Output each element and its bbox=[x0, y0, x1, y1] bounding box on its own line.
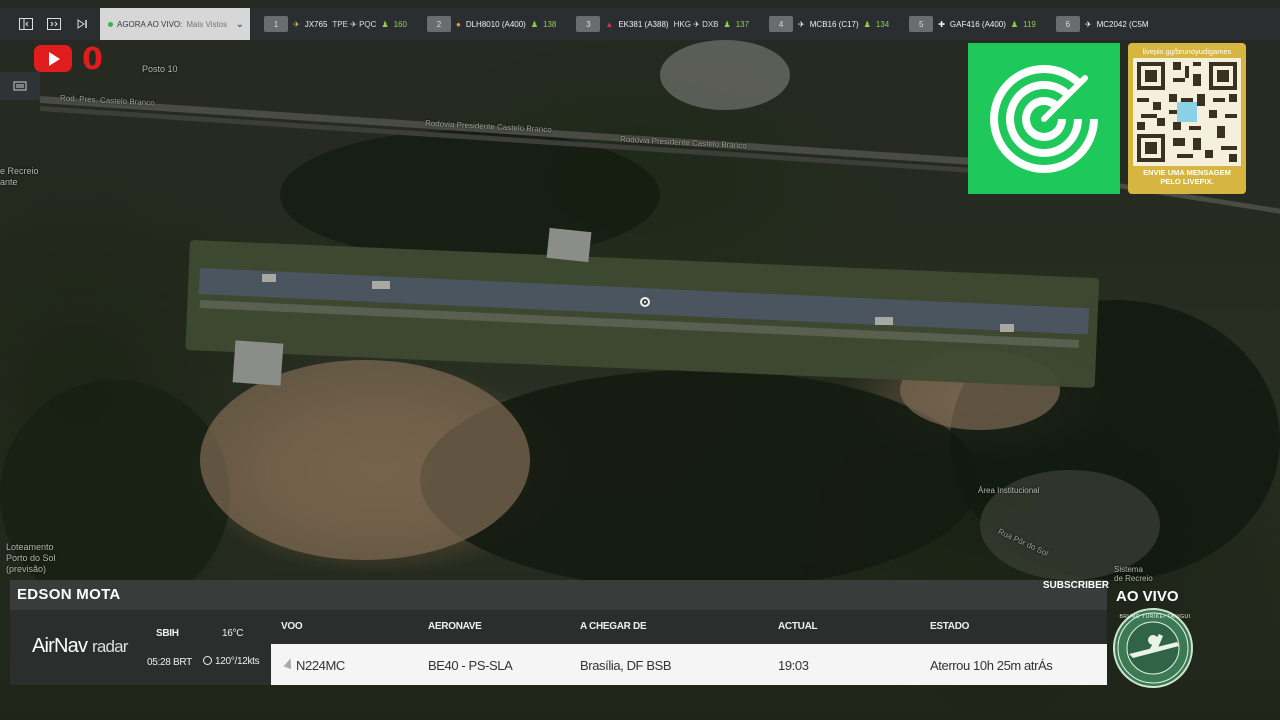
wind-icon bbox=[203, 656, 212, 665]
flight-chip-4[interactable]: 4 ✈ MCB16 (C17) ♟ 134 bbox=[755, 8, 895, 40]
airplane-icon: ● bbox=[455, 19, 461, 29]
map-label-area: Área Institucional bbox=[978, 486, 1040, 495]
live-now-label: AGORA AO VIVO: bbox=[117, 19, 183, 29]
airplane-icon: ✈ bbox=[1084, 19, 1092, 29]
cell-chegar: Brasília, DF BSB bbox=[580, 658, 672, 673]
viewer-count: 160 bbox=[393, 19, 407, 29]
cell-aeronave: BE40 - PS-SLA bbox=[428, 658, 513, 673]
airplane-icon: ✚ bbox=[938, 19, 945, 29]
livepix-qr-panel[interactable]: livepix.gg/brunoyudigames ENVIE UMA MENS… bbox=[1128, 43, 1246, 194]
column-header-aeronave: AERONAVE bbox=[428, 621, 482, 632]
vegetation-area bbox=[0, 380, 230, 610]
viewer-count: 134 bbox=[875, 19, 890, 29]
viewers-icon: ♟ bbox=[863, 19, 871, 29]
wind-info: 120°/12kts bbox=[203, 656, 260, 667]
livepix-message: ENVIE UMA MENSAGEM PELO LIVEPIX. bbox=[1143, 168, 1231, 186]
hangar bbox=[232, 340, 284, 386]
subscriber-name: EDSON MOTA bbox=[17, 586, 121, 603]
map-label-sistema: Sistema de Recreio bbox=[1114, 565, 1153, 583]
airnav-radar-logo: AirNav radar bbox=[32, 635, 128, 658]
viewers-icon: ♟ bbox=[1010, 19, 1019, 29]
bare-soil bbox=[200, 360, 530, 560]
flight-chip-3[interactable]: 3 ▲ EK381 (A388) HKG ✈ DXB ♟ 137 bbox=[562, 8, 755, 40]
rank-badge: 2 bbox=[426, 16, 451, 32]
aircraft-position-marker[interactable] bbox=[640, 297, 650, 307]
ao-vivo-label: AO VIVO bbox=[1116, 588, 1179, 605]
column-header-voo: VOO bbox=[281, 621, 303, 632]
flight-callsign: MC2042 (C5M bbox=[1096, 19, 1149, 29]
airplane-icon: ✈ bbox=[293, 19, 300, 29]
rank-badge: 3 bbox=[576, 16, 601, 32]
runway-marking bbox=[875, 317, 893, 325]
viewer-count: 138 bbox=[543, 19, 557, 29]
vegetation-area bbox=[280, 130, 660, 260]
airplane-icon: ▲ bbox=[605, 19, 614, 29]
column-header-actual: ACTUAL bbox=[778, 621, 818, 632]
map-label-recreio: e Recreio ante bbox=[0, 166, 39, 187]
layers-button[interactable] bbox=[0, 72, 40, 100]
live-now-dropdown[interactable]: AGORA AO VIVO: Mais Vistos ⌄ bbox=[100, 8, 250, 40]
sidebar-toggle-icon[interactable] bbox=[12, 8, 40, 40]
rank-badge: 6 bbox=[1055, 16, 1080, 32]
flight-callsign: EK381 (A388) bbox=[618, 19, 669, 29]
layers-icon bbox=[13, 81, 27, 91]
radar-icon bbox=[990, 59, 1103, 173]
viewers-icon: ♟ bbox=[381, 19, 389, 29]
brand-name: AirNav bbox=[32, 635, 88, 657]
subscriber-label: SUBSCRIBER bbox=[1042, 580, 1109, 591]
hangar bbox=[546, 227, 592, 263]
airport-code: SBIH bbox=[156, 628, 179, 639]
flight-callsign: GAF416 (A400) bbox=[949, 19, 1006, 29]
urban-area bbox=[660, 40, 790, 110]
chevron-down-icon: ⌄ bbox=[235, 18, 244, 30]
flight-chip-1[interactable]: 1 ✈ JX765 TPE ✈ PQC ♟ 160 bbox=[250, 8, 413, 40]
map-label-posto: Posto 10 bbox=[142, 64, 178, 74]
live-dot-icon bbox=[108, 21, 113, 27]
map-label-loteamento: Loteamento Porto do Sol (previsão) bbox=[6, 542, 56, 574]
panel-header: EDSON MOTA SUBSCRIBER bbox=[10, 580, 1109, 610]
livepix-url: livepix.gg/brunoyudigames bbox=[1142, 47, 1232, 56]
local-time: 05:28 BRT bbox=[147, 657, 192, 668]
channel-badge: BRUNO YURIKEI TANIGUI bbox=[1113, 608, 1193, 688]
rank-badge: 4 bbox=[769, 16, 794, 32]
rank-badge: 5 bbox=[909, 16, 934, 32]
rank-badge: 1 bbox=[264, 16, 288, 32]
runway-marking bbox=[372, 281, 390, 289]
flight-row[interactable]: N224MC BE40 - PS-SLA Brasília, DF BSB 19… bbox=[271, 644, 1107, 685]
viewers-icon: ♟ bbox=[530, 19, 539, 29]
flight-callsign: DLH8010 (A400) bbox=[465, 19, 526, 29]
column-header-estado: ESTADO bbox=[930, 621, 970, 632]
qr-code-icon bbox=[1133, 58, 1241, 166]
aircraft-icon bbox=[283, 656, 295, 670]
badge-text: BRUNO YURIKEI TANIGUI bbox=[1119, 614, 1191, 620]
youtube-live-count: 0 bbox=[82, 42, 103, 77]
runway-marking bbox=[1000, 324, 1014, 332]
flight-info-panel: EDSON MOTA SUBSCRIBER AirNav radar SBIH … bbox=[10, 580, 1109, 685]
live-now-sublabel: Mais Vistos bbox=[186, 19, 228, 29]
flight-callsign: JX765 bbox=[304, 19, 328, 29]
brand-sub: radar bbox=[91, 637, 128, 656]
airplane-icon: ✈ bbox=[798, 19, 805, 29]
flight-route: TPE ✈ PQC bbox=[332, 19, 377, 29]
viewer-count: 119 bbox=[1023, 19, 1036, 29]
temperature: 16°C bbox=[222, 628, 244, 639]
top-bar: AGORA AO VIVO: Mais Vistos ⌄ 1 ✈ JX765 T… bbox=[0, 8, 1280, 40]
expand-panel-icon[interactable] bbox=[40, 8, 68, 40]
viewer-count: 137 bbox=[735, 19, 750, 29]
flight-callsign: MCB16 (C17) bbox=[809, 19, 859, 29]
flight-route: HKG ✈ DXB bbox=[673, 19, 719, 29]
flightradar-logo bbox=[968, 43, 1120, 194]
flight-chip-6[interactable]: 6 ✈ MC2042 (C5M bbox=[1042, 8, 1155, 40]
column-header-chegar: A CHEGAR DE bbox=[580, 621, 647, 632]
cell-estado: Aterrou 10h 25m atrÁs bbox=[930, 658, 1053, 673]
youtube-icon bbox=[34, 45, 72, 72]
viewers-icon: ♟ bbox=[723, 19, 731, 29]
cell-actual: 19:03 bbox=[778, 658, 809, 673]
cell-voo: N224MC bbox=[296, 658, 345, 673]
skip-next-icon[interactable] bbox=[68, 8, 96, 40]
flight-chip-2[interactable]: 2 ● DLH8010 (A400) ♟ 138 bbox=[413, 8, 562, 40]
wind-value: 120°/12kts bbox=[215, 656, 260, 667]
runway-marking bbox=[262, 274, 276, 282]
flight-chip-5[interactable]: 5 ✚ GAF416 (A400) ♟ 119 bbox=[895, 8, 1042, 40]
